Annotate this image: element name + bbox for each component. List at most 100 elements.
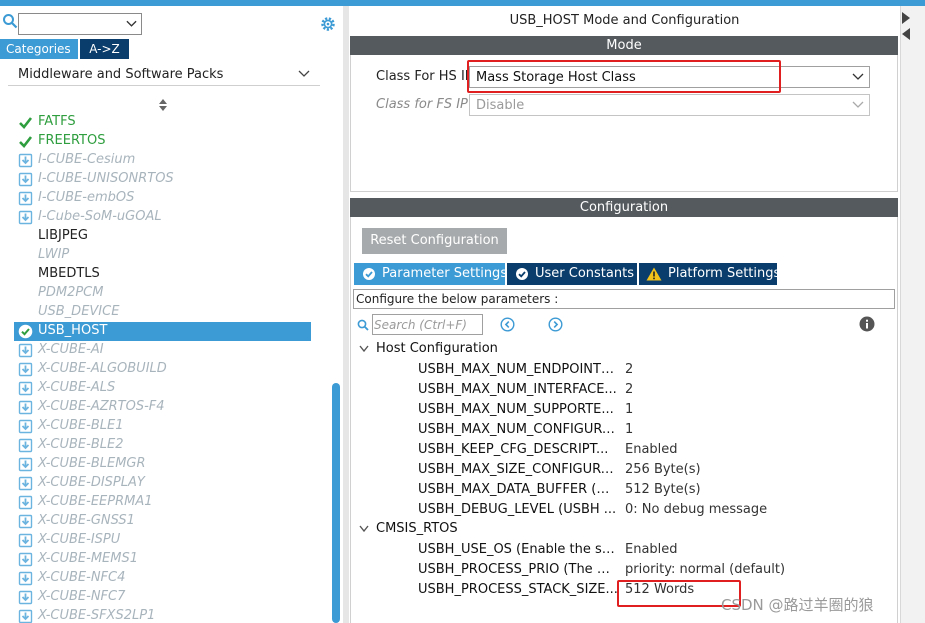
middleware-item[interactable]: X-CUBE-AI [14,341,311,360]
middleware-item[interactable]: LIBJPEG [14,227,311,246]
download-icon [18,362,33,377]
middleware-item-label: X-CUBE-NFC7 [38,589,126,604]
left-scrollbar-thumb[interactable] [332,383,340,623]
param-value[interactable]: Enabled [625,542,678,557]
param-value[interactable]: 0: No debug message [625,502,767,517]
param-value[interactable]: 256 Byte(s) [625,462,701,477]
download-icon [18,191,33,206]
middleware-item[interactable]: X-CUBE-SFXS2LP1 [14,607,311,623]
tab-parameter-settings[interactable]: Parameter Settings [354,263,508,285]
param-row[interactable]: USBH_MAX_NUM_ENDPOINTS ... 2 [418,360,888,380]
param-value[interactable]: Enabled [625,442,678,457]
middleware-item-label: USB_DEVICE [38,304,120,319]
middleware-item[interactable]: X-CUBE-NFC7 [14,588,311,607]
page-title: USB_HOST Mode and Configuration [509,13,740,28]
middleware-item[interactable]: FATFS [14,113,311,132]
search-icon[interactable] [2,13,18,29]
tab-a-z[interactable]: A->Z [80,39,129,59]
param-value[interactable]: 512 Byte(s) [625,482,701,497]
middleware-item-label: X-CUBE-GNSS1 [38,513,135,528]
tab-user-constants[interactable]: User Constants [507,263,637,285]
info-icon[interactable] [859,316,875,332]
middleware-item[interactable]: PDM2PCM [14,284,311,303]
watermark: CSDN @路过羊圈的狼 [721,596,874,614]
download-icon [18,381,33,396]
param-value[interactable]: 1 [625,422,633,437]
param-row[interactable]: USBH_USE_OS (Enable the sup... Enabled [418,540,888,560]
middleware-item[interactable]: I-Cube-SoM-uGOAL [14,208,311,227]
tab-parameter-settings-label: Parameter Settings [382,266,508,281]
param-row[interactable]: USBH_PROCESS_PRIO (The C... priority: nor… [418,560,888,580]
param-row[interactable]: USBH_KEEP_CFG_DESCRIPT... Enabled [418,440,888,460]
chevron-down-icon [852,73,864,80]
sort-icon[interactable] [158,99,168,111]
param-value[interactable]: 1 [625,402,633,417]
param-row[interactable]: USBH_MAX_DATA_BUFFER (M... 512 Byte(s) [418,480,888,500]
middleware-item[interactable]: X-CUBE-AZRTOS-F4 [14,398,311,417]
param-row[interactable]: USBH_MAX_NUM_CONFIGURA... 1 [418,420,888,440]
middleware-item[interactable]: FREERTOS [14,132,311,151]
middleware-item[interactable]: MBEDTLS [14,265,311,284]
middleware-item-label: USB_HOST [38,323,108,338]
param-value[interactable]: priority: normal (default) [625,562,785,577]
middleware-item-label: I-CUBE-UNISONRTOS [38,171,174,186]
gear-icon[interactable] [319,15,337,33]
middleware-item[interactable]: USB_DEVICE [14,303,311,322]
collapse-right-icon[interactable] [902,12,910,24]
middleware-item[interactable]: X-CUBE-ALS [14,379,311,398]
param-name: USBH_DEBUG_LEVEL (USBH ... [418,502,617,517]
download-icon [18,590,33,605]
middleware-item[interactable]: X-CUBE-NFC4 [14,569,311,588]
middleware-item[interactable]: X-CUBE-BLEMGR [14,455,311,474]
param-name: USBH_MAX_NUM_SUPPORTE... [418,402,614,417]
middleware-item-label: X-CUBE-NFC4 [38,570,126,585]
fs-class-select[interactable]: Disable [469,94,870,116]
download-icon [18,609,33,623]
middleware-item-label: X-CUBE-BLE2 [38,437,124,452]
expand-arrow-icon[interactable] [359,525,369,533]
category-dropdown[interactable]: Middleware and Software Packs [8,64,320,86]
tab-categories[interactable]: Categories [0,39,78,59]
download-icon [18,343,33,358]
middleware-item[interactable]: X-CUBE-GNSS1 [14,512,311,531]
collapse-left-icon[interactable] [902,28,910,40]
chevron-down-icon[interactable] [126,19,137,29]
middleware-item[interactable]: X-CUBE-ALGOBUILD [14,360,311,379]
param-row[interactable]: USBH_MAX_NUM_INTERFACE... 2 [418,380,888,400]
param-name: USBH_KEEP_CFG_DESCRIPT... [418,442,609,457]
param-group-label: CMSIS_RTOS [376,521,458,536]
previous-result-icon[interactable] [500,317,515,332]
middleware-item[interactable]: X-CUBE-EEPRMA1 [14,493,311,512]
highlight-box-hs-class [467,60,781,93]
middleware-item-label: I-CUBE-embOS [38,190,135,205]
middleware-item[interactable]: I-CUBE-embOS [14,189,311,208]
tab-platform-settings[interactable]: Platform Settings [639,263,780,285]
middleware-item[interactable]: I-CUBE-UNISONRTOS [14,170,311,189]
middleware-item[interactable]: X-CUBE-ISPU [14,531,311,550]
middleware-item[interactable]: X-CUBE-DISPLAY [14,474,311,493]
left-panel: Categories A->Z Middleware and Software … [0,6,343,623]
search-combo-input[interactable] [18,13,142,35]
download-icon [18,495,33,510]
next-result-icon[interactable] [548,317,563,332]
expand-arrow-icon[interactable] [359,345,369,353]
middleware-item[interactable]: USB_HOST [14,322,311,341]
middleware-item[interactable]: LWIP [14,246,311,265]
middleware-item-label: X-CUBE-BLE1 [38,418,124,433]
parameter-search-input[interactable] [374,316,480,333]
middleware-item-label: X-CUBE-ALS [38,380,116,395]
param-name: USBH_PROCESS_STACK_SIZE... [418,582,618,597]
param-value[interactable]: 2 [625,362,633,377]
param-row[interactable]: USBH_MAX_SIZE_CONFIGURA... 256 Byte(s) [418,460,888,480]
right-collapse-strip[interactable] [900,6,925,623]
param-value[interactable]: 2 [625,382,633,397]
middleware-item[interactable]: X-CUBE-BLE1 [14,417,311,436]
middleware-item-label: X-CUBE-BLEMGR [38,456,146,471]
param-row[interactable]: USBH_DEBUG_LEVEL (USBH ... 0: No debug me… [418,500,888,520]
reset-configuration-button[interactable]: Reset Configuration [362,228,507,254]
param-row[interactable]: USBH_MAX_NUM_SUPPORTE... 1 [418,400,888,420]
middleware-item[interactable]: X-CUBE-MEMS1 [14,550,311,569]
middleware-item[interactable]: I-CUBE-Cesium [14,151,311,170]
middleware-item[interactable]: X-CUBE-BLE2 [14,436,311,455]
parameter-search-field[interactable] [372,314,483,335]
